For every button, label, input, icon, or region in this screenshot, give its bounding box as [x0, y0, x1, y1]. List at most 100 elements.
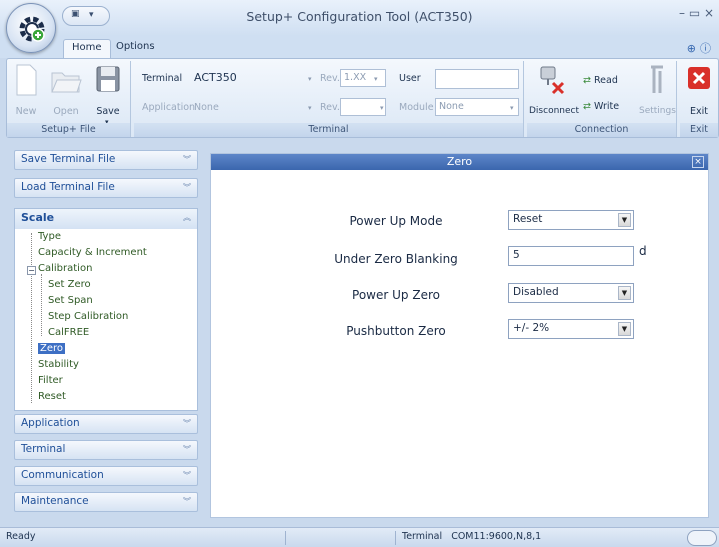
chevron-down-icon: ▾ — [380, 104, 384, 112]
connection-indicator-icon — [687, 530, 717, 546]
tree-item-zero[interactable]: Zero — [38, 343, 66, 354]
read-button[interactable]: ⇄ Read — [583, 75, 618, 86]
sidebar: Save Terminal File ︾ Load Terminal File ︾ … — [14, 150, 198, 518]
chevron-down-icon: ︾ — [183, 419, 191, 428]
folder-icon — [51, 72, 82, 93]
settings-button[interactable]: Settings — [639, 63, 676, 116]
window-title: Setup+ Configuration Tool (ACT350) — [246, 9, 473, 24]
sidebar-item-label: Communication — [21, 469, 104, 481]
sidebar-item-label: Maintenance — [21, 495, 89, 507]
chevron-down-icon: ▾ — [374, 75, 378, 83]
group-connection: Disconnect ⇄ Read ⇄ Write Settings Conne… — [527, 61, 677, 137]
terminal-label: Terminal — [142, 73, 183, 84]
disconnect-icon — [540, 66, 565, 95]
tree-item-stability[interactable]: Stability — [38, 359, 79, 370]
status-port: COM11:9600,N,8,1 — [451, 531, 542, 542]
tree-item-capacity-increment[interactable]: Capacity & Increment — [38, 247, 147, 258]
under-zero-blanking-label: Under Zero Blanking — [334, 252, 458, 266]
group-label-exit: Exit — [680, 123, 718, 137]
group-setup-file: New Open Save ▾ Setup+ File — [7, 61, 131, 137]
close-icon — [688, 67, 710, 89]
chevron-down-icon: ▾ — [308, 104, 312, 112]
chevron-down-icon: ︾ — [183, 445, 191, 454]
help-icon[interactable]: ⊕ⓘ — [687, 40, 715, 56]
tab-options[interactable]: Options — [108, 39, 163, 58]
tree-item-set-span[interactable]: Set Span — [48, 295, 93, 306]
rev2-label: Rev. — [320, 102, 340, 113]
tree-item-type[interactable]: Type — [38, 231, 61, 242]
sidebar-item-maintenance[interactable]: Maintenance ︾ — [14, 492, 198, 512]
tree-item-set-zero[interactable]: Set Zero — [48, 279, 91, 290]
application-value[interactable]: None — [194, 102, 219, 113]
title-bar: ▣ ▾ Setup+ Configuration Tool (ACT350) –… — [0, 0, 719, 36]
floppy-disk-icon — [96, 66, 120, 92]
tree-item-reset[interactable]: Reset — [38, 391, 66, 402]
tree-item-calfree[interactable]: CalFREE — [48, 327, 89, 338]
pushbutton-zero-value: +/- 2% — [513, 322, 550, 334]
chevron-down-icon[interactable]: ▼ — [618, 322, 631, 336]
power-up-mode-label: Power Up Mode — [349, 214, 443, 228]
chevron-up-icon: ︽ — [183, 213, 191, 222]
status-segment — [285, 531, 395, 545]
rev-select[interactable]: 1.XX — [340, 69, 386, 87]
group-exit: Exit Exit — [680, 61, 718, 137]
power-up-zero-select[interactable]: Disabled ▼ — [508, 283, 634, 303]
tree-item-step-calibration[interactable]: Step Calibration — [48, 311, 128, 322]
power-up-zero-value: Disabled — [513, 286, 559, 298]
chevron-down-icon: ︾ — [183, 497, 191, 506]
save-button[interactable]: Save ▾ — [91, 63, 125, 126]
panel-title: Zero — [446, 155, 473, 168]
tree-line — [41, 274, 42, 336]
new-button[interactable]: New — [9, 63, 43, 117]
power-up-mode-select[interactable]: Reset ▼ — [508, 210, 634, 230]
new-file-icon — [16, 64, 37, 96]
chevron-down-icon: ▾ — [510, 104, 514, 112]
close-icon[interactable]: × — [692, 156, 704, 168]
gear-icon — [19, 16, 45, 42]
terminal-dropdown-icon[interactable]: ▾ — [308, 75, 312, 83]
sidebar-item-load-terminal-file[interactable]: Load Terminal File ︾ — [14, 178, 198, 198]
write-label: Write — [594, 101, 620, 112]
chevron-down-icon: ︾ — [183, 155, 191, 164]
write-button[interactable]: ⇄ Write — [583, 101, 619, 112]
collapse-icon[interactable]: − — [27, 266, 36, 275]
rev-label: Rev. — [320, 73, 340, 84]
sidebar-item-application[interactable]: Application ︾ — [14, 414, 198, 434]
sidebar-item-save-terminal-file[interactable]: Save Terminal File ︾ — [14, 150, 198, 170]
ribbon-tabs: Home Options ⊕ⓘ — [0, 36, 719, 58]
read-icon: ⇄ — [583, 75, 591, 86]
module-select[interactable]: None — [435, 98, 519, 116]
tree-item-filter[interactable]: Filter — [38, 375, 63, 386]
sidebar-item-label: Application — [21, 417, 80, 429]
sidebar-item-communication[interactable]: Communication ︾ — [14, 466, 198, 486]
tree-item-calibration[interactable]: Calibration — [38, 263, 92, 274]
group-label-setup-file: Setup+ File — [7, 123, 130, 137]
chevron-down-icon[interactable]: ▼ — [618, 286, 631, 300]
sidebar-item-label: Scale — [21, 211, 55, 224]
application-label: Application — [142, 102, 196, 113]
group-label-terminal: Terminal — [134, 123, 523, 137]
terminal-value: ACT350 — [194, 71, 237, 84]
panel-header: Zero × — [211, 154, 708, 170]
sidebar-item-terminal[interactable]: Terminal ︾ — [14, 440, 198, 460]
chevron-down-icon: ︾ — [183, 471, 191, 480]
pushbutton-zero-select[interactable]: +/- 2% ▼ — [508, 319, 634, 339]
read-label: Read — [594, 75, 618, 86]
under-zero-blanking-unit: d — [639, 244, 647, 258]
app-menu-orb[interactable] — [6, 3, 56, 53]
exit-button[interactable]: Exit — [682, 63, 716, 117]
under-zero-blanking-input[interactable]: 5 — [508, 246, 634, 266]
tab-home[interactable]: Home — [63, 39, 111, 58]
user-field[interactable] — [435, 69, 519, 89]
open-button[interactable]: Open — [49, 63, 83, 117]
chevron-down-icon: ︾ — [183, 183, 191, 192]
sidebar-section-scale: Scale ︽ Type Capacity & Increment − Calib… — [14, 208, 198, 411]
wrench-icon — [651, 65, 663, 93]
power-up-mode-value: Reset — [513, 213, 543, 225]
disconnect-button[interactable]: Disconnect — [529, 63, 579, 116]
sidebar-item-scale[interactable]: Scale ︽ — [15, 209, 197, 229]
status-ready: Ready — [6, 531, 36, 542]
window-controls[interactable]: – ▭ × — [679, 6, 719, 22]
chevron-down-icon[interactable]: ▼ — [618, 213, 631, 227]
status-terminal-label: Terminal — [402, 531, 443, 542]
